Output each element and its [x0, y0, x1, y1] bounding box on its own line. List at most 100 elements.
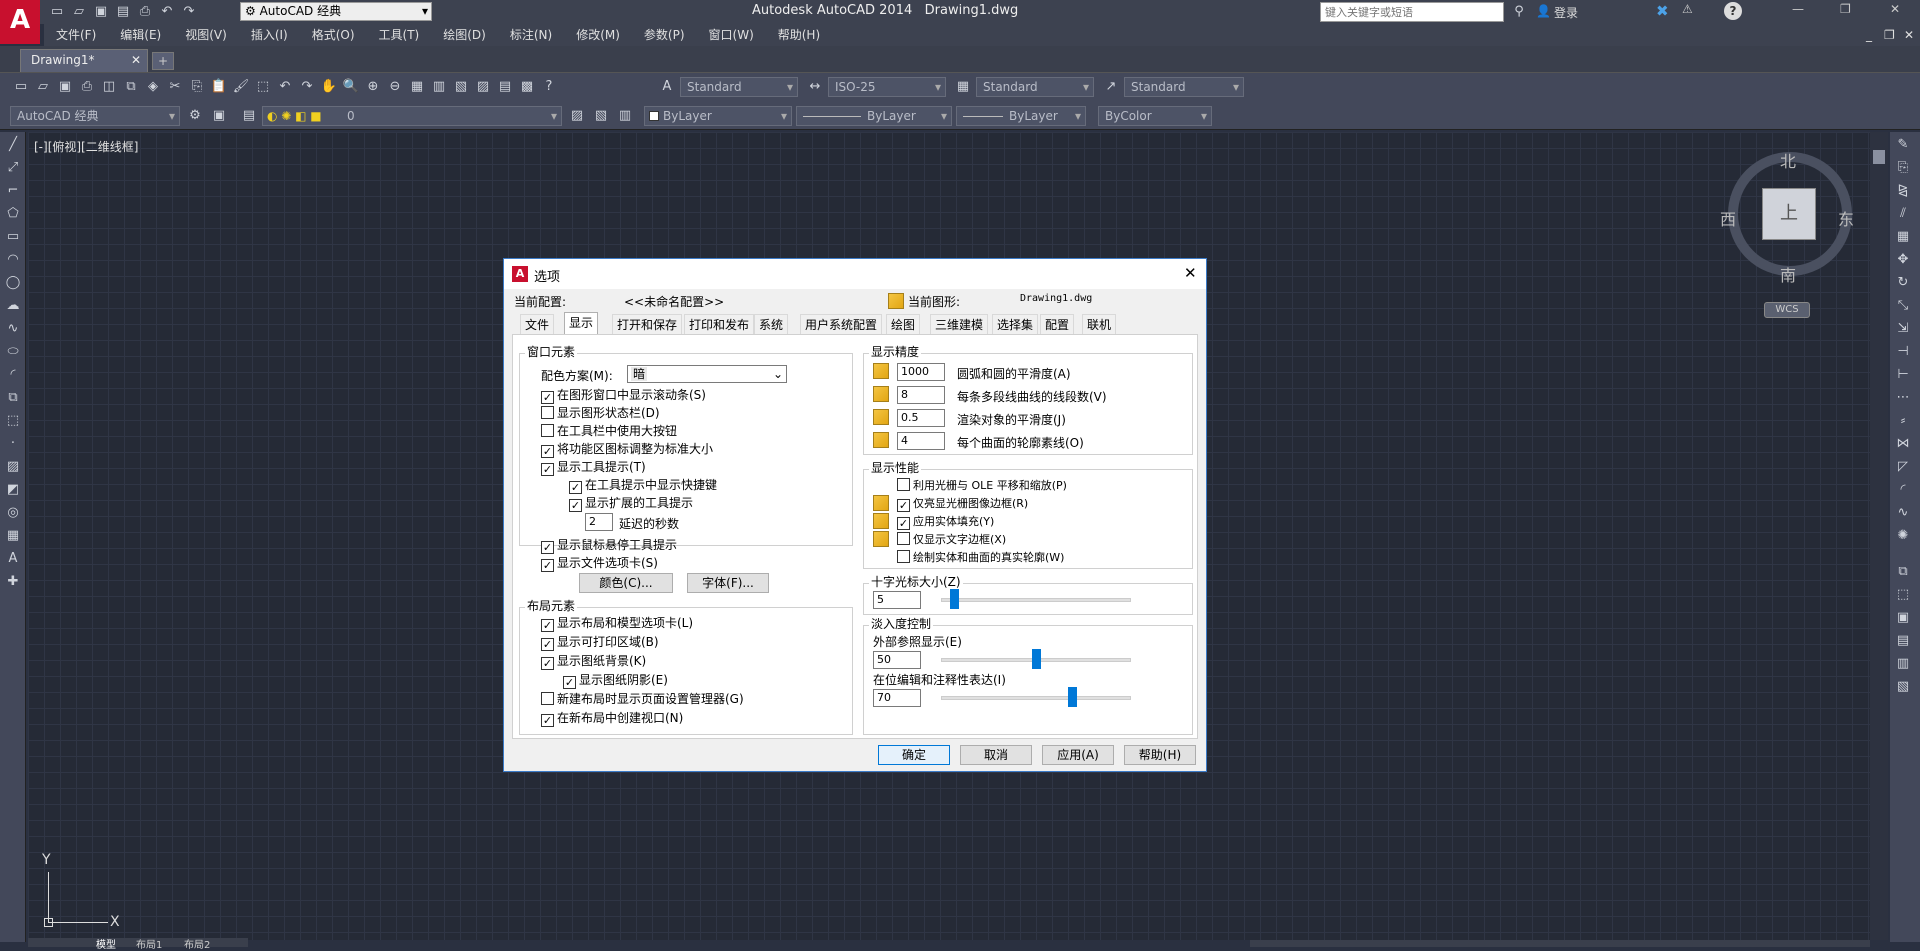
menu-tools[interactable]: 工具(T) [367, 24, 432, 46]
tool-palettes-icon[interactable]: ▧ [451, 77, 471, 97]
tooltip-delay-input[interactable]: 2 [585, 513, 613, 531]
calculator-icon[interactable]: ▩ [517, 77, 537, 97]
menu-format[interactable]: 格式(O) [300, 24, 367, 46]
tab-display[interactable]: 显示 [564, 312, 599, 335]
search-box[interactable] [1320, 2, 1504, 22]
mleader-style-combo[interactable]: Standard [1124, 77, 1244, 97]
preview-icon[interactable]: ◫ [99, 77, 119, 97]
new-tab-button[interactable]: + [152, 52, 174, 70]
show-tooltips-checkbox[interactable]: ✓ 显示工具提示(T) [541, 459, 646, 476]
polyline-icon[interactable]: ⌐ [3, 181, 23, 201]
highlight-raster-frame-checkbox[interactable]: ✓ 仅亮显光栅图像边框(R) [897, 495, 1028, 512]
zoom-previous-icon[interactable]: ⊖ [385, 77, 405, 97]
menu-file[interactable]: 文件(F) [44, 24, 108, 46]
properties-icon[interactable]: ▦ [407, 77, 427, 97]
break-icon[interactable]: ⸗ [1893, 411, 1913, 431]
qnew-icon[interactable]: ▭ [11, 77, 31, 97]
show-paper-background-checkbox[interactable]: ✓ 显示图纸背景(K) [541, 653, 646, 670]
binoculars-icon[interactable]: ⚲ [1509, 2, 1529, 22]
maximize-icon[interactable]: ❐ [1840, 2, 1851, 16]
show-extended-tooltips-checkbox[interactable]: ✓ 显示扩展的工具提示 [569, 495, 693, 512]
insert-block-icon[interactable]: ⧉ [3, 388, 23, 408]
fillet-icon[interactable]: ◜ [1893, 480, 1913, 500]
wcs-menu[interactable]: WCS [1764, 302, 1810, 318]
tab-system[interactable]: 系统 [754, 314, 789, 334]
layout-tab-1[interactable]: 布局1 [136, 936, 162, 951]
menu-modify[interactable]: 修改(M) [564, 24, 632, 46]
user-icon[interactable]: 👤 [1536, 4, 1551, 18]
markup-icon[interactable]: ▤ [495, 77, 515, 97]
cancel-button[interactable]: 取消 [960, 745, 1032, 765]
zoom-window-icon[interactable]: ⊕ [363, 77, 383, 97]
make-current-layer-icon[interactable]: ▨ [567, 106, 587, 126]
colors-button[interactable]: 颜色(C)... [579, 573, 673, 593]
tab-user-preferences[interactable]: 用户系统配置 [800, 314, 883, 334]
fonts-button[interactable]: 字体(F)... [687, 573, 769, 593]
copy-obj-icon[interactable]: ⎘ [1893, 158, 1913, 178]
hatch-icon[interactable]: ▨ [3, 457, 23, 477]
show-status-bar-checkbox[interactable]: 显示图形状态栏(D) [541, 405, 660, 421]
doc-close-icon[interactable]: ✕ [1900, 24, 1918, 46]
help-tb-icon[interactable]: ? [539, 77, 559, 97]
viewcube-top-face[interactable]: 上 [1762, 188, 1816, 240]
doc-minimize-icon[interactable]: _ [1862, 24, 1876, 46]
erase-icon[interactable]: ✎ [1893, 135, 1913, 155]
search-input[interactable] [1321, 3, 1503, 21]
apply-solid-fill-checkbox[interactable]: ✓ 应用实体填充(Y) [897, 513, 994, 530]
doc-restore-icon[interactable]: ❐ [1880, 24, 1899, 46]
show-file-tabs-checkbox[interactable]: ✓ 显示文件选项卡(S) [541, 555, 658, 572]
paste-icon[interactable]: 📋 [209, 77, 229, 97]
ellipse-arc-icon[interactable]: ◜ [3, 365, 23, 385]
menu-insert[interactable]: 插入(I) [239, 24, 300, 46]
layer-properties-icon[interactable]: ▤ [239, 106, 259, 126]
draworder-back-icon[interactable]: ⬚ [1893, 585, 1913, 605]
bring-front-icon[interactable]: ▣ [1893, 608, 1913, 628]
gradient-icon[interactable]: ◩ [3, 480, 23, 500]
viewcube-south[interactable]: 南 [1780, 262, 1796, 286]
tab-profiles[interactable]: 配置 [1040, 314, 1075, 334]
tab-open-save[interactable]: 打开和保存 [612, 314, 683, 334]
dialog-close-icon[interactable]: ✕ [1184, 264, 1197, 282]
hatch-back-icon[interactable]: ▧ [1893, 677, 1913, 697]
show-shortcut-keys-checkbox[interactable]: ✓ 在工具提示中显示快捷键 [569, 477, 717, 494]
array-icon[interactable]: ▦ [1893, 227, 1913, 247]
workspace-settings-icon[interactable]: ⚙ [185, 106, 205, 126]
ellipse-icon[interactable]: ⬭ [3, 342, 23, 362]
spline-icon[interactable]: ∿ [3, 319, 23, 339]
send-back-icon[interactable]: ▤ [1893, 631, 1913, 651]
apply-button[interactable]: 应用(A) [1042, 745, 1114, 765]
large-buttons-checkbox[interactable]: 在工具栏中使用大按钮 [541, 423, 677, 439]
true-silhouettes-checkbox[interactable]: 绘制实体和曲面的真实轮廓(W) [897, 549, 1064, 565]
layer-combo[interactable]: ◐ ✺ ◧ ■ 0 [262, 106, 562, 126]
match-properties-icon[interactable]: 🖌 [231, 77, 251, 97]
arc-icon[interactable]: ◠ [3, 250, 23, 270]
show-paper-shadow-checkbox[interactable]: ✓ 显示图纸阴影(E) [563, 672, 668, 689]
add-selected-icon[interactable]: ✚ [3, 572, 23, 592]
vertical-scrollbar[interactable] [1870, 132, 1888, 940]
trim-icon[interactable]: ⊣ [1893, 342, 1913, 362]
linetype-combo[interactable]: ByLayer [796, 106, 952, 126]
tab-drafting[interactable]: 绘图 [886, 314, 921, 334]
move-icon[interactable]: ✥ [1893, 250, 1913, 270]
pan-icon[interactable]: ✋ [319, 77, 339, 97]
workspace-save-icon[interactable]: ▣ [209, 106, 229, 126]
ok-button[interactable]: 确定 [878, 745, 950, 765]
standard-size-icons-checkbox[interactable]: ✓ 将功能区图标调整为标准大小 [541, 441, 713, 458]
tab-online[interactable]: 联机 [1082, 314, 1117, 334]
menu-window[interactable]: 窗口(W) [697, 24, 766, 46]
raster-ole-pan-checkbox[interactable]: 利用光栅与 OLE 平移和缩放(P) [897, 477, 1067, 493]
block-editor-icon[interactable]: ⬚ [253, 77, 273, 97]
open-file-icon[interactable]: ▱ [69, 2, 89, 22]
break-at-point-icon[interactable]: ⋯ [1893, 388, 1913, 408]
layout-tab-2[interactable]: 布局2 [184, 936, 210, 951]
undo-tb-icon[interactable]: ↶ [275, 77, 295, 97]
chamfer-icon[interactable]: ◸ [1893, 457, 1913, 477]
save-tb-icon[interactable]: ▣ [55, 77, 75, 97]
zoom-realtime-icon[interactable]: 🔍 [341, 77, 361, 97]
show-printable-area-checkbox[interactable]: ✓ 显示可打印区域(B) [541, 634, 659, 651]
offset-icon[interactable]: ⫽ [1893, 204, 1913, 224]
exchange-icon[interactable]: ✖ [1656, 2, 1669, 20]
crosshair-size-slider[interactable] [941, 598, 1131, 602]
a360-icon[interactable]: ⚠ [1682, 2, 1693, 16]
draworder-icon[interactable]: ⧉ [1893, 562, 1913, 582]
